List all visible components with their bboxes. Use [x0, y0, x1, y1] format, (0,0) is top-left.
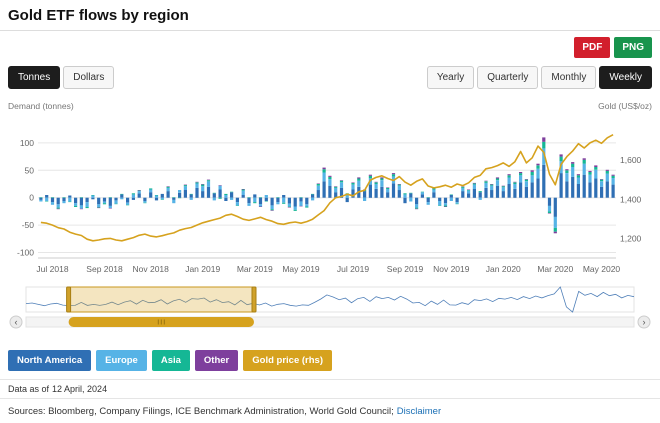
- svg-text:50: 50: [25, 165, 35, 175]
- navigator-svg[interactable]: ‹›: [8, 284, 652, 332]
- legend: North AmericaEuropeAsiaOtherGold price (…: [0, 332, 660, 379]
- svg-text:1,600: 1,600: [620, 155, 642, 165]
- svg-text:100: 100: [20, 138, 34, 148]
- svg-text:May 2019: May 2019: [282, 264, 320, 274]
- scroll-left-icon: ‹: [15, 317, 18, 327]
- svg-text:Mar 2020: Mar 2020: [537, 264, 573, 274]
- sources-text: Sources: Bloomberg, Company Filings, ICE…: [8, 406, 394, 417]
- svg-text:Jan 2020: Jan 2020: [486, 264, 521, 274]
- toggle-dollars[interactable]: Dollars: [63, 66, 114, 89]
- legend-item-north-america[interactable]: North America: [8, 350, 91, 371]
- toggle-row: Tonnes Dollars Yearly Quarterly Monthly …: [0, 60, 660, 93]
- toggle-monthly[interactable]: Monthly: [541, 66, 596, 89]
- axis-titles: Demand (tonnes) Gold (US$/oz): [0, 93, 660, 111]
- svg-text:Jul 2018: Jul 2018: [36, 264, 68, 274]
- data-as-of-prefix: Data as of: [8, 384, 49, 394]
- legend-item-europe[interactable]: Europe: [96, 350, 147, 371]
- right-axis-title: Gold (US$/oz): [598, 101, 652, 111]
- toggle-tonnes[interactable]: Tonnes: [8, 66, 60, 89]
- period-toggle-group: Yearly Quarterly Monthly Weekly: [427, 66, 652, 89]
- svg-text:Sep 2019: Sep 2019: [387, 264, 424, 274]
- data-as-of-date: 12 April, 2024: [52, 384, 107, 394]
- svg-text:Sep 2018: Sep 2018: [86, 264, 123, 274]
- svg-text:Jul 2019: Jul 2019: [337, 264, 369, 274]
- svg-text:May 2020: May 2020: [583, 264, 621, 274]
- export-buttons: PDF PNG: [0, 31, 660, 60]
- svg-text:-100: -100: [17, 248, 34, 258]
- svg-text:Mar 2019: Mar 2019: [237, 264, 273, 274]
- pdf-export-button[interactable]: PDF: [574, 37, 610, 58]
- toggle-yearly[interactable]: Yearly: [427, 66, 474, 89]
- navigator-handle-right[interactable]: [252, 287, 256, 312]
- navigator-handle-left[interactable]: [67, 287, 71, 312]
- disclaimer-link[interactable]: Disclaimer: [397, 406, 441, 417]
- svg-text:0: 0: [29, 193, 34, 203]
- unit-toggle-group: Tonnes Dollars: [8, 66, 114, 89]
- svg-text:1,200: 1,200: [620, 233, 642, 243]
- svg-text:Nov 2019: Nov 2019: [433, 264, 470, 274]
- toggle-weekly[interactable]: Weekly: [599, 66, 652, 89]
- page-title: Gold ETF flows by region: [8, 7, 652, 24]
- legend-item-asia[interactable]: Asia: [152, 350, 190, 371]
- gold-etf-flows-widget: Gold ETF flows by region PDF PNG Tonnes …: [0, 0, 660, 423]
- toggle-quarterly[interactable]: Quarterly: [477, 66, 538, 89]
- svg-text:-50: -50: [22, 220, 35, 230]
- svg-text:Nov 2018: Nov 2018: [133, 264, 170, 274]
- svg-text:Jan 2019: Jan 2019: [185, 264, 220, 274]
- data-as-of: Data as of12 April, 2024: [0, 379, 660, 399]
- main-chart-svg: 100 50 0 -50 -100 1,600 1,400 1,200 Jul 2018 Sep …: [8, 113, 652, 278]
- svg-text:1,400: 1,400: [620, 194, 642, 204]
- scroll-right-icon: ›: [643, 317, 646, 327]
- navigator-selection[interactable]: [69, 287, 254, 312]
- png-export-button[interactable]: PNG: [614, 37, 652, 58]
- legend-item-gold-price-rhs[interactable]: Gold price (rhs): [243, 350, 332, 371]
- header: Gold ETF flows by region: [0, 0, 660, 31]
- sources: Sources: Bloomberg, Company Filings, ICE…: [0, 399, 660, 423]
- left-axis-title: Demand (tonnes): [8, 101, 74, 111]
- legend-item-other[interactable]: Other: [195, 350, 238, 371]
